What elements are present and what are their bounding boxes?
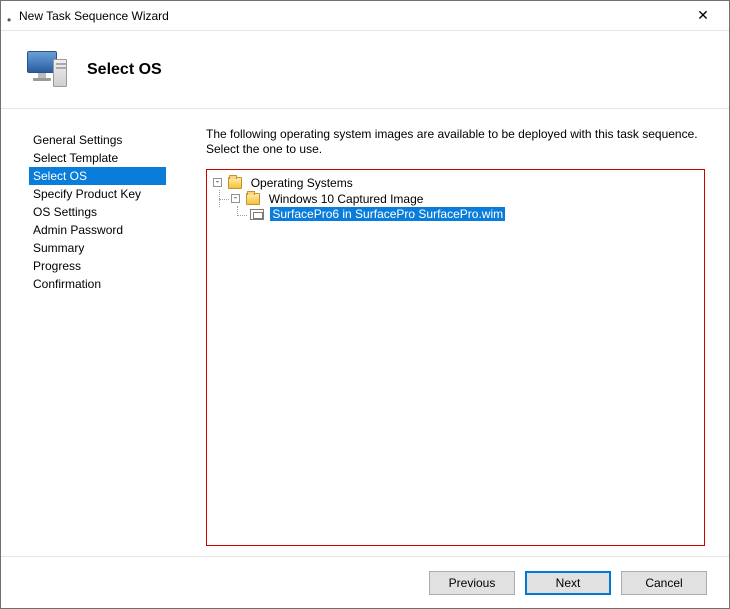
- wizard-main: The following operating system images ar…: [186, 109, 729, 556]
- close-button[interactable]: ✕: [681, 2, 725, 30]
- step-confirmation[interactable]: Confirmation: [29, 275, 186, 293]
- page-heading: Select OS: [87, 61, 162, 79]
- wizard-header: Select OS: [1, 31, 729, 109]
- wizard-footer: Previous Next Cancel: [1, 556, 729, 608]
- folder-icon: [246, 193, 260, 205]
- step-select-template[interactable]: Select Template: [29, 149, 186, 167]
- tree-node-root[interactable]: - Operating Systems - Windows 10 Capture…: [213, 174, 702, 224]
- window-title: New Task Sequence Wizard: [19, 9, 681, 23]
- step-label: Select OS: [33, 169, 87, 183]
- computer-icon: [23, 47, 69, 93]
- step-label: OS Settings: [33, 205, 97, 219]
- step-general-settings[interactable]: General Settings: [29, 131, 186, 149]
- tree-node-label: Windows 10 Captured Image: [267, 192, 426, 206]
- step-select-os[interactable]: Select OS: [29, 167, 166, 185]
- wizard-steps-sidebar: General Settings Select Template Select …: [1, 109, 186, 556]
- titlebar: • New Task Sequence Wizard ✕: [1, 1, 729, 31]
- step-admin-password[interactable]: Admin Password: [29, 221, 186, 239]
- previous-button[interactable]: Previous: [429, 571, 515, 595]
- step-label: Specify Product Key: [33, 187, 141, 201]
- step-label: General Settings: [33, 133, 122, 147]
- expand-toggle-icon[interactable]: -: [213, 178, 222, 187]
- step-os-settings[interactable]: OS Settings: [29, 203, 186, 221]
- instruction-text: The following operating system images ar…: [206, 127, 705, 157]
- expand-toggle-icon[interactable]: -: [231, 194, 240, 203]
- step-label: Confirmation: [33, 277, 101, 291]
- wizard-body: General Settings Select Template Select …: [1, 109, 729, 556]
- step-specify-product-key[interactable]: Specify Product Key: [29, 185, 186, 203]
- tree-node-folder[interactable]: - Windows 10 Captured Image SurfacePro6 …: [231, 190, 702, 224]
- step-label: Progress: [33, 259, 81, 273]
- cancel-button[interactable]: Cancel: [621, 571, 707, 595]
- tree-node-image[interactable]: SurfacePro6 in SurfacePro SurfacePro.wim: [249, 206, 702, 223]
- step-progress[interactable]: Progress: [29, 257, 186, 275]
- step-summary[interactable]: Summary: [29, 239, 186, 257]
- step-label: Summary: [33, 241, 84, 255]
- wizard-window: • New Task Sequence Wizard ✕ Select OS G…: [0, 0, 730, 609]
- tree-node-label: Operating Systems: [249, 176, 355, 190]
- tree-node-label: SurfacePro6 in SurfacePro SurfacePro.wim: [270, 207, 505, 221]
- app-icon: •: [7, 13, 13, 19]
- wim-image-icon: [250, 209, 264, 220]
- next-button[interactable]: Next: [525, 571, 611, 595]
- step-label: Select Template: [33, 151, 118, 165]
- step-label: Admin Password: [33, 223, 123, 237]
- folder-icon: [228, 177, 242, 189]
- os-tree[interactable]: - Operating Systems - Windows 10 Capture…: [206, 169, 705, 546]
